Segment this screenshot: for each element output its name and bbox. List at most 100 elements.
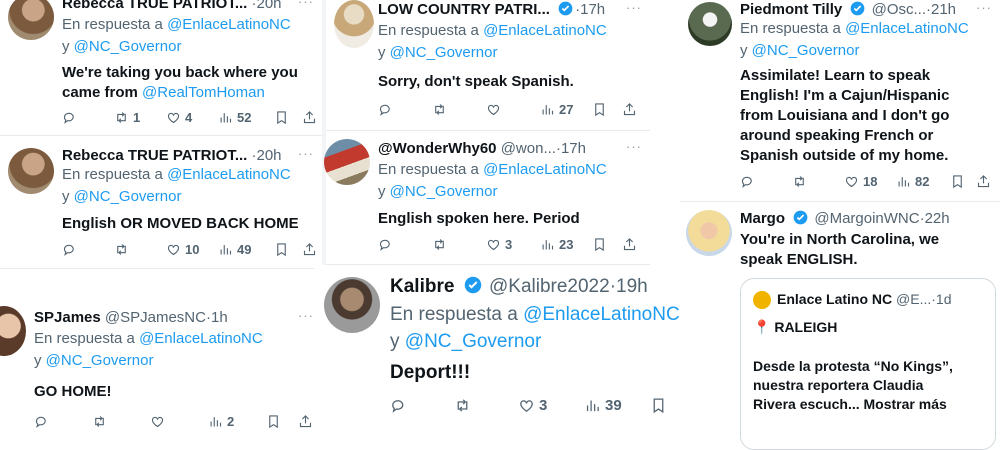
mention-link[interactable]: @NC_Governor (390, 44, 498, 61)
retweet-button[interactable] (432, 102, 486, 117)
quoted-tweet[interactable]: Enlace Latino NC @E...·1d 📍 RALEIGH Desd… (740, 278, 996, 450)
avatar[interactable] (334, 0, 374, 48)
views-button[interactable]: 82 (896, 174, 950, 189)
author-handle[interactable]: @SPJamesNC (105, 309, 206, 326)
more-icon[interactable]: ··· (626, 0, 642, 15)
bookmark-button[interactable] (274, 242, 302, 257)
mention-link[interactable]: @EnlaceLatinoNC (483, 161, 607, 178)
reply-button[interactable] (378, 102, 432, 117)
views-button[interactable]: 27 (540, 102, 592, 117)
views-button[interactable]: 49 (218, 242, 274, 257)
author-name[interactable]: SPJames (34, 309, 101, 326)
avatar[interactable] (324, 139, 370, 185)
share-button[interactable] (622, 237, 637, 252)
timestamp[interactable]: 21h (931, 1, 956, 18)
like-button[interactable] (150, 414, 208, 429)
like-button[interactable] (486, 102, 540, 117)
like-button[interactable]: 4 (166, 110, 218, 125)
author-name[interactable]: LOW COUNTRY PATRI... (378, 1, 550, 18)
timestamp[interactable]: 17h (561, 140, 586, 157)
bookmark-button[interactable] (592, 237, 622, 252)
mention-link[interactable]: @EnlaceLatinoNC (845, 20, 969, 37)
retweet-button[interactable] (792, 174, 844, 189)
share-button[interactable] (302, 110, 317, 125)
tweet-wonderwhy[interactable]: @WonderWhy60 @won...·17h ··· En respuest… (324, 131, 650, 263)
timestamp[interactable]: 19h (616, 276, 648, 297)
tweet-margo[interactable]: Margo @MargoinWNC·22h You're in North Ca… (680, 202, 1000, 450)
mention-link[interactable]: @NC_Governor (74, 38, 182, 55)
reply-button[interactable] (740, 174, 792, 189)
author-name[interactable]: @WonderWhy60 (378, 140, 497, 157)
author-name[interactable]: Kalibre (390, 276, 454, 297)
tweet-rebecca-2[interactable]: Rebecca TRUE PATRIOT... ·20h ··· En resp… (0, 136, 322, 266)
author-name[interactable]: Margo (740, 210, 785, 227)
avatar[interactable] (324, 277, 380, 333)
retweet-button[interactable]: 1 (114, 110, 166, 125)
retweet-button[interactable] (92, 414, 150, 429)
share-button[interactable] (302, 242, 317, 257)
bookmark-button[interactable] (274, 110, 302, 125)
timestamp[interactable]: 17h (580, 1, 605, 18)
mention-link[interactable]: @NC_Governor (752, 42, 860, 59)
author-name[interactable]: Rebecca TRUE PATRIOT... (62, 0, 247, 12)
tweet-lowcountry[interactable]: LOW COUNTRY PATRI... ·17h ··· En respues… (326, 0, 650, 128)
share-button[interactable] (976, 174, 991, 189)
more-icon[interactable]: ··· (976, 0, 992, 15)
share-button[interactable] (298, 414, 313, 429)
retweet-button[interactable] (454, 397, 518, 414)
more-icon[interactable]: ··· (298, 146, 314, 161)
mention-link[interactable]: @EnlaceLatinoNC (167, 166, 291, 183)
retweet-button[interactable] (114, 242, 166, 257)
mention-link[interactable]: @NC_Governor (74, 188, 182, 205)
like-button[interactable]: 3 (486, 237, 540, 252)
bookmark-button[interactable] (592, 102, 622, 117)
mention-link[interactable]: @EnlaceLatinoNC (483, 22, 607, 39)
tweet-rebecca-1[interactable]: Rebecca TRUE PATRIOT... ·20h ··· En resp… (0, 0, 322, 132)
avatar[interactable] (0, 306, 26, 356)
author-handle[interactable]: @won... (501, 140, 556, 157)
like-button[interactable]: 10 (166, 242, 218, 257)
timestamp[interactable]: 20h (257, 0, 282, 12)
author-handle[interactable]: @Kalibre2022 (489, 276, 610, 297)
views-button[interactable]: 39 (584, 397, 650, 414)
avatar[interactable] (688, 2, 732, 46)
avatar[interactable] (686, 210, 732, 256)
more-icon[interactable]: ··· (626, 139, 642, 154)
author-name[interactable]: Rebecca TRUE PATRIOT... (62, 147, 247, 164)
reply-button[interactable] (62, 110, 114, 125)
mention-link[interactable]: @EnlaceLatinoNC (167, 16, 291, 33)
author-name[interactable]: Piedmont Tilly (740, 1, 842, 18)
author-handle[interactable]: @Osc... (872, 1, 926, 18)
share-button[interactable] (622, 102, 637, 117)
bookmark-button[interactable] (266, 414, 298, 429)
timestamp[interactable]: 1h (211, 309, 228, 326)
tweet-spjames[interactable]: SPJames @SPJamesNC·1h ··· En respuesta a… (0, 270, 322, 429)
reply-button[interactable] (378, 237, 432, 252)
mention-link[interactable]: @NC_Governor (390, 183, 498, 200)
reply-button[interactable] (390, 397, 454, 414)
views-button[interactable]: 52 (218, 110, 274, 125)
mention-link[interactable]: @NC_Governor (46, 352, 154, 369)
author-handle[interactable]: @MargoinWNC (814, 210, 919, 227)
avatar[interactable] (8, 0, 54, 40)
tweet-kalibre[interactable]: Kalibre @Kalibre2022·19h En respuesta a … (314, 265, 720, 429)
views-button[interactable]: 23 (540, 237, 592, 252)
more-icon[interactable]: ··· (298, 308, 314, 323)
mention-link[interactable]: @EnlaceLatinoNC (139, 330, 263, 347)
reply-button[interactable] (34, 414, 92, 429)
mention-link[interactable]: @NC_Governor (405, 331, 542, 352)
bookmark-button[interactable] (950, 174, 976, 189)
reply-button[interactable] (62, 242, 114, 257)
views-button[interactable]: 2 (208, 414, 266, 429)
timestamp[interactable]: 20h (257, 147, 282, 164)
avatar[interactable] (8, 148, 54, 194)
retweet-button[interactable] (432, 237, 486, 252)
tweet-piedmont[interactable]: Piedmont Tilly @Osc...·21h ··· En respue… (680, 0, 1000, 200)
mention-link[interactable]: @RealTomHoman (142, 84, 265, 101)
like-button[interactable]: 18 (844, 174, 896, 189)
like-button[interactable]: 3 (518, 397, 584, 414)
timestamp[interactable]: 22h (925, 210, 950, 227)
more-icon[interactable]: ··· (298, 0, 314, 9)
show-more-link[interactable]: Mostrar más (864, 396, 947, 412)
mention-link[interactable]: @EnlaceLatinoNC (523, 304, 680, 325)
